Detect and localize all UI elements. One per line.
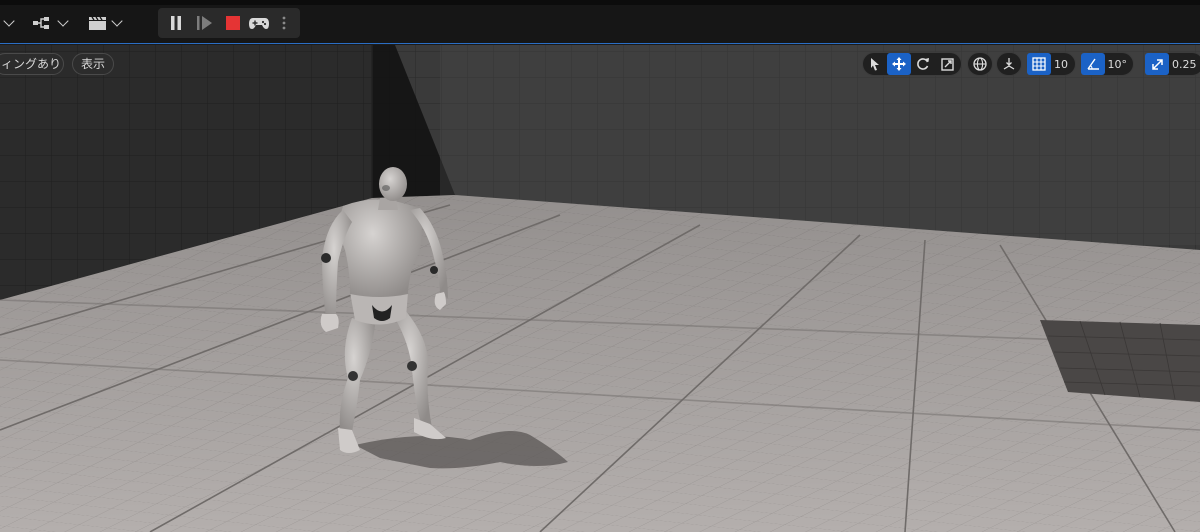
select-tool-button[interactable]: [863, 53, 887, 75]
step-frame-button[interactable]: [194, 13, 216, 33]
scale-snap-value[interactable]: 0.25: [1169, 58, 1200, 71]
scale-icon: [940, 57, 954, 71]
viewport-scene: [0, 45, 1200, 532]
blueprint-dropdown[interactable]: [32, 12, 69, 34]
chevron-down-icon: [3, 14, 15, 27]
move-icon: [892, 57, 906, 71]
lighting-mode-label: ィングあり: [1, 57, 62, 71]
rotation-snap-group: 10°: [1080, 52, 1134, 76]
lighting-mode-button[interactable]: ィングあり: [0, 53, 64, 75]
rotate-tool-button[interactable]: [911, 53, 935, 75]
show-menu-button[interactable]: 表示: [72, 53, 114, 75]
pause-icon: [171, 16, 181, 30]
possess-eject-button[interactable]: [248, 13, 270, 33]
stop-icon: [226, 16, 240, 30]
more-options-icon: [282, 16, 286, 30]
scale-snap-toggle[interactable]: [1145, 53, 1169, 75]
mode-dropdown[interactable]: [0, 12, 15, 34]
chevron-down-icon: [111, 14, 123, 27]
transform-tool-group: [862, 52, 962, 76]
world-local-toggle[interactable]: [968, 53, 992, 75]
blueprint-icon: [33, 17, 49, 29]
main-toolbar: [0, 0, 1200, 44]
gamepad-icon: [249, 18, 269, 29]
rotation-snap-value[interactable]: 10°: [1105, 58, 1134, 71]
stop-button[interactable]: [222, 13, 244, 33]
surface-snap-group: [996, 52, 1022, 76]
toolbar-top-strip: [0, 0, 1200, 5]
rotation-snap-toggle[interactable]: [1081, 53, 1105, 75]
more-options-button[interactable]: [276, 13, 292, 33]
angle-icon: [1087, 58, 1099, 70]
scale-snap-icon: [1151, 58, 1163, 70]
level-viewport[interactable]: [0, 45, 1200, 532]
coordinate-space-group: [967, 52, 993, 76]
cinematics-clapper-icon: [89, 16, 106, 30]
globe-icon: [973, 57, 987, 71]
cinematics-dropdown[interactable]: [88, 12, 123, 34]
pause-button[interactable]: [165, 13, 187, 33]
show-menu-label: 表示: [80, 57, 105, 71]
grid-snap-toggle[interactable]: [1027, 53, 1051, 75]
select-icon: [871, 58, 879, 71]
scale-snap-group: 0.25: [1144, 52, 1200, 76]
grid-snap-group: 10: [1026, 52, 1076, 76]
surface-snap-icon: [1003, 58, 1015, 70]
grid-snap-value[interactable]: 10: [1051, 58, 1074, 71]
chevron-down-icon: [57, 14, 69, 27]
move-tool-button[interactable]: [887, 53, 911, 75]
play-controls: [158, 8, 300, 38]
surface-snap-button[interactable]: [997, 53, 1021, 75]
rotate-icon: [917, 58, 929, 70]
step-frame-icon: [197, 16, 212, 30]
scale-tool-button[interactable]: [935, 53, 959, 75]
grid-icon: [1032, 57, 1046, 71]
